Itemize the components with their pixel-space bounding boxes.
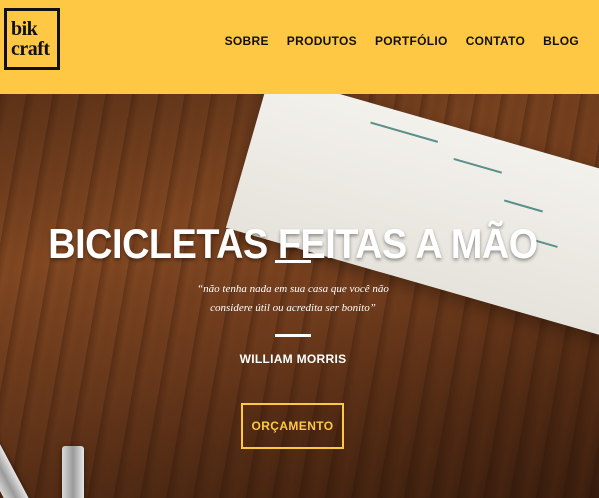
hero-section: BICICLETAS FEITAS A MÃO “não tenha nada … [0,94,599,498]
divider-top [275,260,311,263]
hero-quote: “não tenha nada em sua casa que você não… [186,280,400,318]
nav-item-contato[interactable]: CONTATO [466,34,525,48]
site-header: bik craft SOBRE PRODUTOS PORTFÓLIO CONTA… [0,0,599,94]
nav-item-sobre[interactable]: SOBRE [225,34,269,48]
nav-item-portfolio[interactable]: PORTFÓLIO [375,34,448,48]
main-nav: SOBRE PRODUTOS PORTFÓLIO CONTATO BLOG [207,34,579,48]
logo-line-1: bik [11,18,38,40]
orcamento-button[interactable]: ORÇAMENTO [241,403,344,449]
logo[interactable]: bik craft [4,8,60,70]
logo-line-2: craft [11,38,50,60]
hero-quote-line-2: considere útil ou acredita ser bonito” [210,302,376,314]
hero-background-tool-right [62,446,84,498]
divider-bottom [275,334,311,337]
hero-background-tool-left [0,432,36,498]
nav-item-blog[interactable]: BLOG [543,34,579,48]
nav-item-produtos[interactable]: PRODUTOS [287,34,357,48]
hero-quote-line-1: “não tenha nada em sua casa que você não [197,283,389,295]
quote-author: WILLIAM MORRIS [239,352,347,366]
